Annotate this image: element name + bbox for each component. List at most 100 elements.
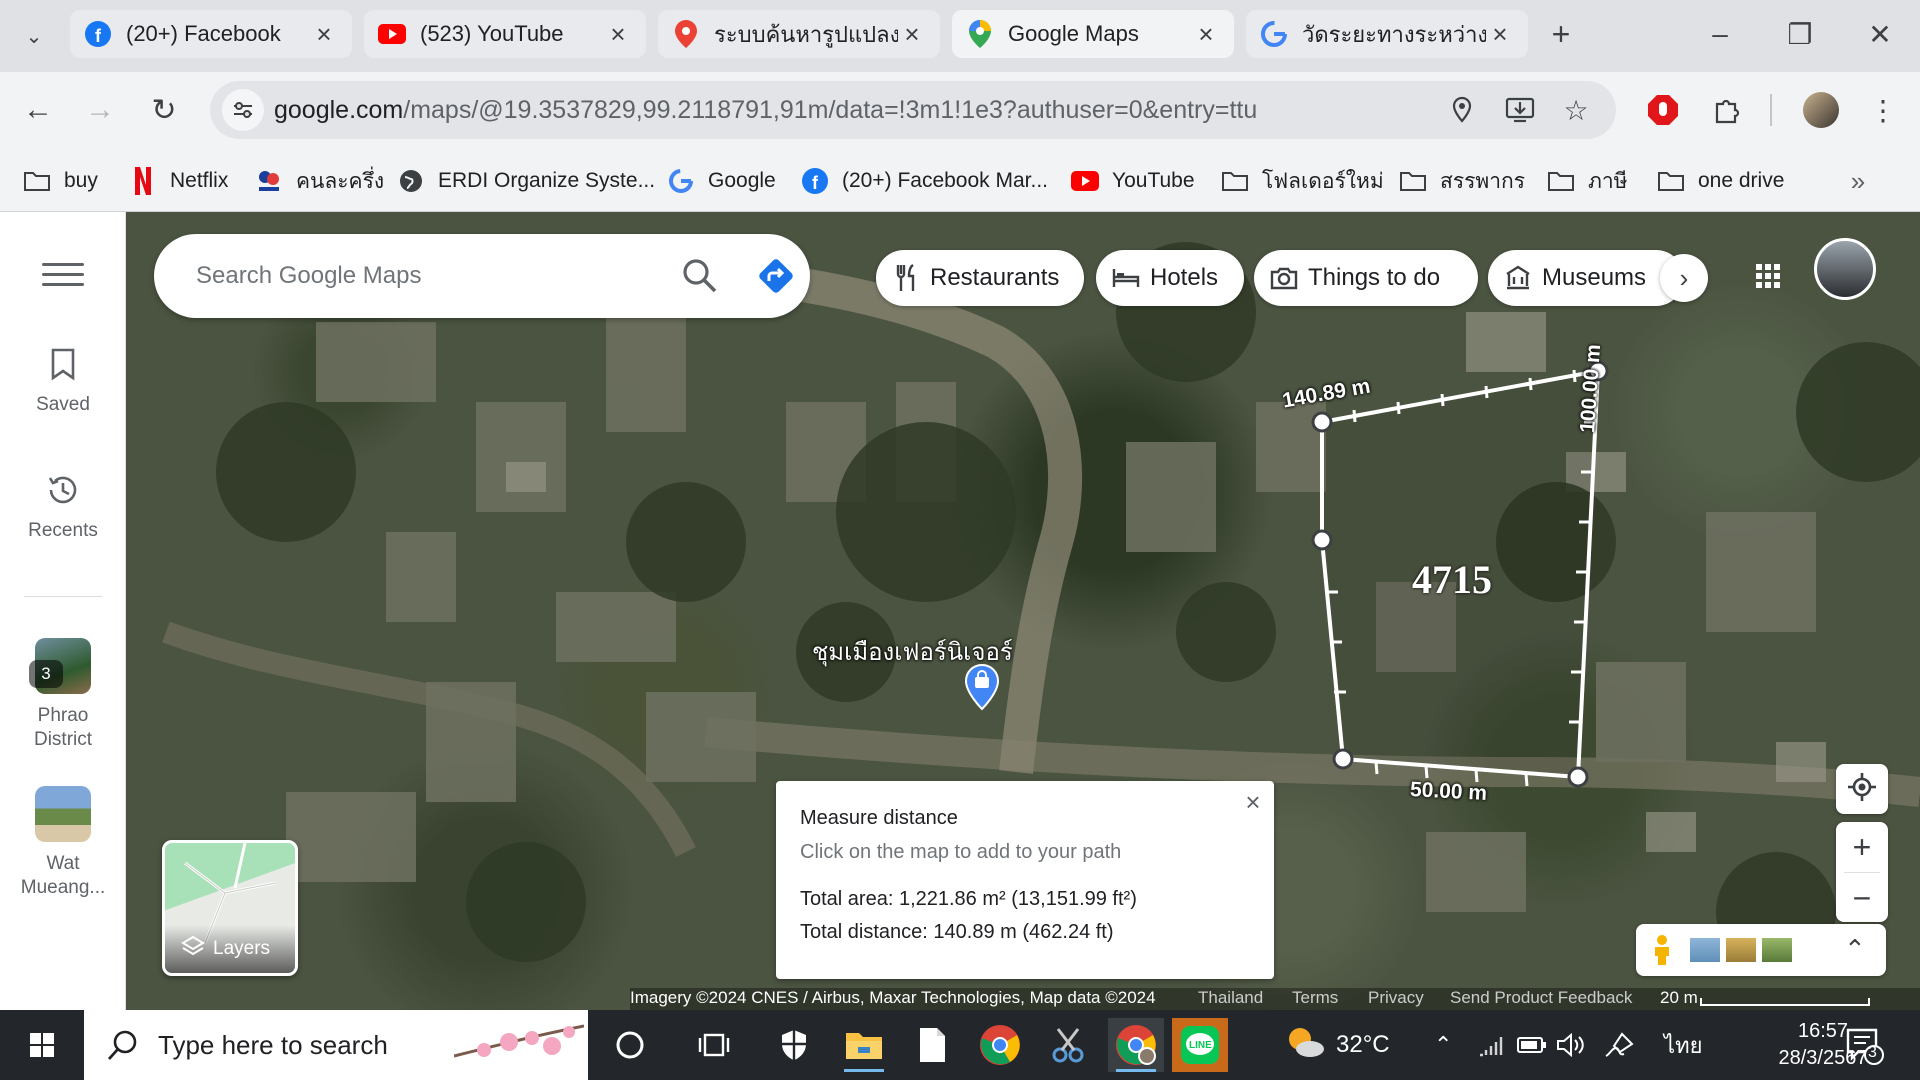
bookmark-revenue-dept[interactable]: สรรพากร — [1398, 162, 1525, 200]
zoom-out-button[interactable]: − — [1836, 873, 1888, 923]
forward-button[interactable]: → — [74, 84, 126, 136]
taskbar-search-input[interactable]: Type here to search — [158, 1010, 388, 1080]
task-view-icon[interactable] — [686, 1018, 742, 1072]
close-tab-icon[interactable]: × — [310, 19, 338, 49]
tab-google-maps[interactable]: Google Maps × — [952, 10, 1234, 58]
chip-label: Museums — [1542, 264, 1647, 291]
restore-button[interactable]: ❐ — [1770, 10, 1830, 58]
network-wifi-icon[interactable] — [1478, 1010, 1506, 1080]
hotels-chip[interactable]: Hotels — [1096, 250, 1244, 306]
imagery-thumbnail[interactable] — [1762, 938, 1792, 962]
close-icon[interactable]: × — [1238, 787, 1268, 817]
expand-up-icon[interactable]: ⌃ — [1844, 934, 1866, 965]
restaurants-chip[interactable]: Restaurants — [876, 250, 1084, 306]
url-text[interactable]: google.com/maps/@19.3537829,99.2118791,9… — [274, 81, 1257, 139]
close-window-button[interactable]: ✕ — [1850, 10, 1910, 58]
close-tab-icon[interactable]: × — [1486, 19, 1514, 49]
feedback-link[interactable]: Send Product Feedback — [1450, 988, 1632, 1008]
minimize-button[interactable]: – — [1690, 10, 1750, 58]
adblock-extension-icon[interactable] — [1638, 85, 1688, 135]
bookmark-erdi[interactable]: ERDI Organize Syste... — [396, 162, 655, 200]
site-settings-icon[interactable] — [222, 89, 264, 131]
layers-button[interactable]: Layers — [162, 840, 298, 976]
taskbar-search-box[interactable]: Type here to search — [84, 1010, 588, 1080]
bookmark-buy[interactable]: buy — [22, 162, 98, 200]
chrome-icon[interactable] — [972, 1018, 1028, 1072]
pegman-icon[interactable] — [1650, 934, 1674, 971]
search-icon[interactable] — [680, 256, 720, 296]
security-shield-icon[interactable] — [766, 1018, 822, 1072]
close-tab-icon[interactable]: × — [604, 19, 632, 49]
chip-scroll-next-icon[interactable]: › — [1660, 254, 1708, 302]
location-icon[interactable] — [1442, 90, 1482, 130]
measure-vertex[interactable] — [1311, 529, 1333, 551]
bookmark-google[interactable]: Google — [666, 162, 776, 200]
recents-button[interactable]: Recents — [0, 468, 126, 542]
tab-youtube[interactable]: (523) YouTube × — [364, 10, 646, 58]
close-tab-icon[interactable]: × — [898, 19, 926, 49]
address-bar[interactable]: google.com/maps/@19.3537829,99.2118791,9… — [210, 81, 1616, 139]
bookmark-tax[interactable]: ภาษี — [1546, 162, 1627, 200]
privacy-link[interactable]: Privacy — [1368, 988, 1424, 1008]
notepad-icon[interactable] — [904, 1018, 960, 1072]
windows-start-icon[interactable] — [12, 1020, 72, 1070]
satellite-map[interactable]: 140.89 m 100.00 m 50.00 m 4715 Search Go… — [126, 212, 1920, 1010]
new-tab-button[interactable]: + — [1541, 14, 1581, 54]
bookmark-one-drive[interactable]: one drive — [1656, 162, 1784, 200]
scale-label[interactable]: 20 m — [1660, 988, 1698, 1008]
bookmark-facebook-marketplace[interactable]: f (20+) Facebook Mar... — [800, 162, 1048, 200]
country-link[interactable]: Thailand — [1198, 988, 1263, 1008]
shopping-bag-pin-icon[interactable] — [964, 663, 1000, 716]
scale-bar[interactable] — [1700, 998, 1870, 1006]
bookmark-youtube[interactable]: YouTube — [1070, 162, 1195, 200]
things-to-do-chip[interactable]: Things to do — [1254, 250, 1478, 306]
measure-vertex[interactable] — [1332, 748, 1354, 770]
saved-button[interactable]: Saved — [0, 342, 126, 416]
recent-place-wat-mueang[interactable]: Wat Mueang... — [0, 786, 126, 900]
terms-link[interactable]: Terms — [1292, 988, 1338, 1008]
measure-vertex[interactable] — [1567, 766, 1589, 788]
input-language[interactable]: ไทย — [1664, 1010, 1702, 1080]
museums-chip[interactable]: Museums — [1488, 250, 1684, 306]
install-app-icon[interactable] — [1500, 90, 1540, 130]
directions-icon[interactable] — [756, 256, 796, 296]
imagery-thumbnail[interactable] — [1726, 938, 1756, 962]
cortana-icon[interactable] — [602, 1018, 658, 1072]
weather-sun-cloud-icon — [1284, 1025, 1326, 1066]
search-input[interactable]: Search Google Maps — [196, 234, 421, 318]
bookmark-new-folder[interactable]: โฟลเดอร์ใหม่ — [1220, 162, 1384, 200]
close-tab-icon[interactable]: × — [1192, 19, 1220, 49]
my-location-button[interactable] — [1836, 764, 1888, 814]
more-bookmarks-icon[interactable]: » — [1838, 162, 1878, 200]
snipping-tool-icon[interactable] — [1040, 1018, 1096, 1072]
tab-land-search[interactable]: ระบบค้นหารูปแปลงที่ดิ × — [658, 10, 940, 58]
zoom-in-button[interactable]: + — [1836, 822, 1888, 872]
bookmark-star-icon[interactable]: ☆ — [1556, 90, 1596, 130]
tab-facebook[interactable]: f (20+) Facebook × — [70, 10, 352, 58]
weather-widget[interactable]: 32°C — [1284, 1010, 1390, 1080]
show-hidden-icons-chevron-icon[interactable]: ⌃ — [1434, 1010, 1452, 1080]
recent-place-phrao[interactable]: 3 Phrao District — [0, 638, 126, 752]
notification-center-icon[interactable]: 3 — [1844, 1010, 1884, 1080]
bookmark-netflix[interactable]: Netflix — [128, 162, 228, 200]
tab-distance-measure[interactable]: วัดระยะทางระหว่างจุด × — [1246, 10, 1528, 58]
measure-vertex[interactable] — [1311, 411, 1333, 433]
back-button[interactable]: ← — [12, 84, 64, 136]
hamburger-menu-icon[interactable] — [38, 256, 88, 296]
battery-icon[interactable] — [1516, 1010, 1548, 1080]
imagery-thumbnail[interactable] — [1690, 938, 1720, 962]
extensions-puzzle-icon[interactable] — [1702, 85, 1752, 135]
chrome-menu-icon[interactable]: ⋮ — [1858, 85, 1908, 135]
line-app-icon[interactable]: LINE — [1172, 1018, 1228, 1072]
pen-ink-icon[interactable] — [1602, 1010, 1636, 1080]
volume-icon[interactable] — [1556, 1010, 1586, 1080]
profile-avatar[interactable] — [1796, 85, 1846, 135]
file-explorer-icon[interactable] — [836, 1018, 892, 1072]
maps-search-box[interactable]: Search Google Maps — [154, 234, 810, 318]
bookmark-khon-la-khrueng[interactable]: คนละครึ่ง — [254, 162, 384, 200]
tab-search-dropdown-icon[interactable]: ⌄ — [12, 14, 56, 58]
reload-button[interactable]: ↻ — [138, 84, 190, 136]
chrome-profile-icon[interactable] — [1108, 1018, 1164, 1072]
google-apps-icon[interactable] — [1744, 252, 1792, 300]
account-avatar[interactable] — [1814, 238, 1876, 300]
